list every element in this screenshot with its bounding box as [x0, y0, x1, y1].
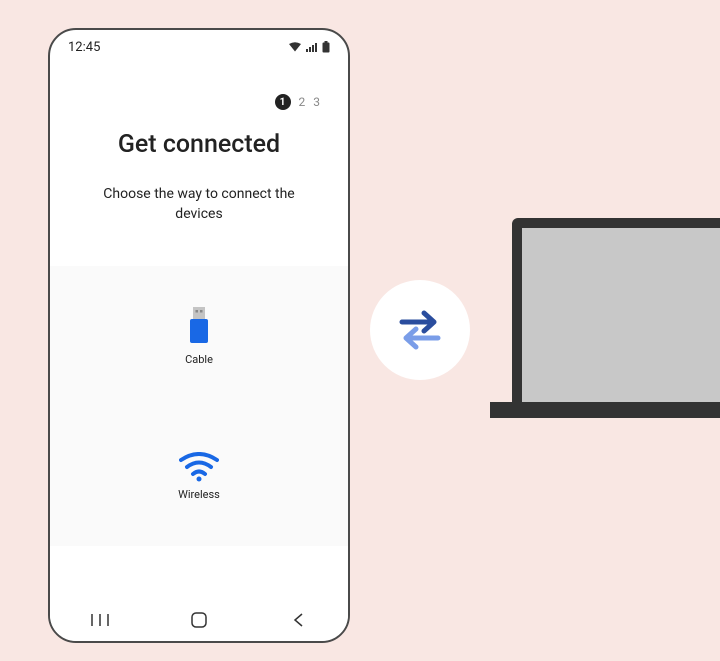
usb-icon — [187, 307, 211, 347]
page-title: Get connected — [50, 130, 348, 159]
transfer-badge — [370, 280, 470, 380]
laptop-mockup — [490, 218, 720, 418]
laptop-base — [490, 402, 720, 418]
step-2: 2 — [299, 95, 306, 109]
step-1-active: 1 — [275, 94, 291, 110]
navigation-bar — [50, 599, 348, 641]
signal-icon — [306, 42, 318, 52]
connection-options: Cable Wireless — [50, 266, 348, 546]
home-button[interactable] — [169, 605, 229, 635]
wifi-icon — [179, 452, 219, 482]
step-3: 3 — [313, 95, 320, 109]
wireless-option[interactable]: Wireless — [50, 406, 348, 546]
wireless-label: Wireless — [178, 488, 220, 501]
laptop-bezel — [512, 218, 720, 404]
transfer-icon — [392, 308, 448, 352]
step-indicator: 1 2 3 — [50, 64, 348, 110]
laptop-display — [522, 228, 720, 404]
status-bar: 12:45 — [50, 30, 348, 64]
page-subtitle: Choose the way to connect the devices — [50, 185, 348, 224]
recents-button[interactable] — [70, 605, 130, 635]
status-indicators — [288, 41, 330, 53]
phone-mockup: 12:45 1 2 3 Get connected Choose the way… — [48, 28, 350, 643]
cable-label: Cable — [185, 353, 213, 366]
back-button[interactable] — [268, 605, 328, 635]
wifi-status-icon — [288, 42, 302, 52]
status-time: 12:45 — [68, 40, 100, 55]
cable-option[interactable]: Cable — [50, 266, 348, 406]
battery-icon — [322, 41, 330, 53]
